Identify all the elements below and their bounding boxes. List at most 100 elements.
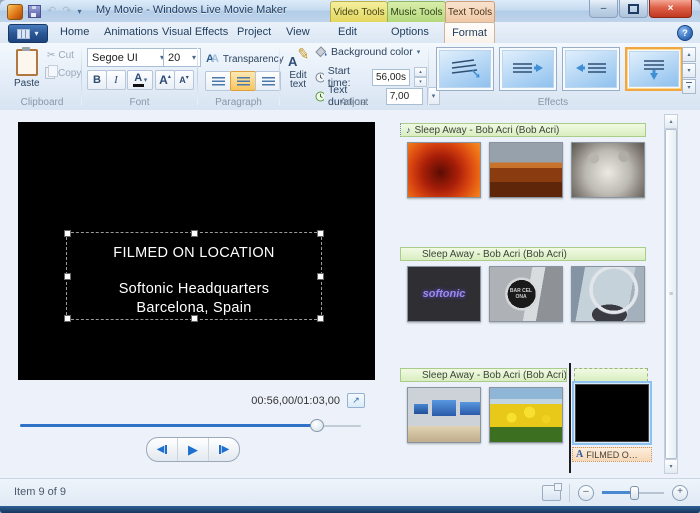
- undo-icon[interactable]: ↶: [47, 6, 56, 17]
- tab-format[interactable]: Format: [444, 22, 495, 44]
- handle-top-left[interactable]: [64, 230, 71, 237]
- thumbnail-office-monitors[interactable]: [407, 387, 481, 443]
- seek-thumb[interactable]: [310, 419, 324, 432]
- handle-top-right[interactable]: [317, 230, 324, 237]
- thumbnail-barcelona-sign[interactable]: BAR CEL ONA: [489, 266, 563, 322]
- next-frame-button[interactable]: ▶: [209, 438, 239, 461]
- redo-icon[interactable]: ↷: [62, 6, 71, 17]
- play-button[interactable]: ▶: [178, 438, 209, 461]
- tab-home[interactable]: Home: [60, 22, 89, 43]
- title-text-box[interactable]: FILMED ON LOCATION Softonic Headquarters…: [66, 232, 322, 320]
- title-bar[interactable]: ↶ ↷ ▾ My Movie - Windows Live Movie Make…: [0, 0, 700, 22]
- tab-project[interactable]: Project: [237, 22, 271, 43]
- scrollbar-down-icon[interactable]: ▾: [665, 459, 677, 473]
- align-right-button[interactable]: [255, 71, 281, 91]
- contextual-tab-music-tools[interactable]: Music Tools: [387, 1, 446, 22]
- contextual-tab-video-tools[interactable]: Video Tools: [330, 1, 388, 22]
- maximize-icon: [628, 4, 639, 14]
- gallery-more-button[interactable]: ▾: [682, 79, 696, 94]
- music-track-bar-3b[interactable]: [574, 368, 648, 382]
- save-icon[interactable]: [28, 5, 41, 18]
- zoom-slider-thumb[interactable]: [630, 486, 639, 500]
- bold-button[interactable]: B: [87, 70, 107, 90]
- effect-fly-in-left[interactable]: [562, 47, 620, 91]
- tab-animations[interactable]: Animations: [104, 22, 158, 43]
- background-color-button[interactable]: Background color ▾: [315, 46, 420, 58]
- thumbnail-yellow-tulips[interactable]: [489, 387, 563, 443]
- spin-up-icon[interactable]: ▴: [414, 67, 427, 77]
- tab-edit[interactable]: Edit: [338, 22, 357, 43]
- thumbnail-softonic-sign[interactable]: softonic: [407, 266, 481, 322]
- contextual-tab-text-tools[interactable]: Text Tools: [445, 1, 495, 22]
- effect-fly-up-selected[interactable]: [625, 47, 683, 91]
- tab-view[interactable]: View: [286, 22, 310, 43]
- application-menu-button[interactable]: ▾: [8, 24, 48, 43]
- align-center-button[interactable]: [230, 71, 256, 91]
- playhead[interactable]: [569, 363, 571, 473]
- qat-dropdown-icon[interactable]: ▾: [77, 7, 81, 16]
- handle-bottom-center[interactable]: [191, 315, 198, 322]
- tab-options[interactable]: Options: [391, 22, 429, 43]
- music-track-bar-1[interactable]: ♪ Sleep Away - Bob Acri (Bob Acri): [400, 123, 646, 137]
- font-color-button[interactable]: A ▾: [127, 70, 153, 90]
- cut-button[interactable]: ✂ Cut: [47, 50, 74, 61]
- zoom-slider[interactable]: [602, 485, 664, 501]
- font-size-combobox[interactable]: 20 ▾: [163, 48, 201, 67]
- thumbnail-size-icon[interactable]: [542, 485, 561, 501]
- title-line-1: FILMED ON LOCATION: [67, 245, 321, 261]
- scrollbar-up-icon[interactable]: ▴: [665, 115, 677, 129]
- zoom-in-button[interactable]: +: [672, 485, 688, 501]
- handle-bottom-right[interactable]: [317, 315, 324, 322]
- italic-button[interactable]: I: [106, 70, 126, 90]
- paragraph-group-label: Paragraph: [199, 97, 278, 108]
- start-time-input[interactable]: 56,00s: [372, 69, 410, 86]
- title-clip-caption[interactable]: A FILMED O…: [572, 447, 652, 462]
- thumbnail-koala[interactable]: [571, 142, 645, 198]
- scrollbar-thumb[interactable]: ≡: [665, 129, 677, 459]
- edit-text-button[interactable]: A✎ Edit text: [281, 46, 315, 93]
- zoom-out-button[interactable]: –: [578, 485, 594, 501]
- group-clipboard: Paste ✂ Cut Copy Clipboard: [4, 43, 80, 110]
- minimize-button[interactable]: –: [589, 0, 618, 18]
- previous-frame-button[interactable]: ◀: [147, 438, 178, 461]
- title-clip-caption-text: FILMED O…: [586, 450, 638, 460]
- handle-mid-left[interactable]: [64, 273, 71, 280]
- effect-fly-in-right[interactable]: [499, 47, 557, 91]
- app-icon[interactable]: [7, 4, 23, 20]
- music-track-bar-3[interactable]: Sleep Away - Bob Acri (Bob Acri): [400, 368, 567, 382]
- align-left-icon: [212, 77, 225, 86]
- preview-monitor[interactable]: FILMED ON LOCATION Softonic Headquarters…: [18, 122, 375, 380]
- ribbon: Paste ✂ Cut Copy Clipboard Segoe UI ▾ 20…: [0, 43, 700, 111]
- thumbnail-desert-mesa[interactable]: [489, 142, 563, 198]
- fullscreen-preview-icon[interactable]: ↗: [347, 393, 365, 408]
- handle-top-center[interactable]: [191, 230, 198, 237]
- handle-bottom-left[interactable]: [64, 315, 71, 322]
- thumbnail-red-flower[interactable]: [407, 142, 481, 198]
- maximize-button[interactable]: [619, 0, 648, 18]
- edit-text-label-2: text: [290, 79, 306, 90]
- copy-button[interactable]: Copy: [45, 67, 81, 79]
- paste-button[interactable]: Paste: [10, 46, 44, 92]
- help-icon[interactable]: ?: [677, 25, 693, 41]
- gallery-scroll-down-icon[interactable]: ▾: [682, 63, 696, 78]
- thumbnail-office-window[interactable]: [571, 266, 645, 322]
- copy-label: Copy: [58, 68, 81, 79]
- tab-visual-effects[interactable]: Visual Effects: [162, 22, 228, 43]
- music-track-bar-2[interactable]: Sleep Away - Bob Acri (Bob Acri): [400, 247, 646, 261]
- handle-mid-right[interactable]: [317, 273, 324, 280]
- grow-font-button[interactable]: A▴: [155, 70, 175, 90]
- selected-title-clip[interactable]: [572, 381, 652, 445]
- shrink-font-button[interactable]: A▾: [174, 70, 194, 90]
- align-left-button[interactable]: [205, 71, 231, 91]
- close-button[interactable]: ×: [649, 0, 692, 18]
- gallery-scroll-up-icon[interactable]: ▴: [682, 47, 696, 62]
- next-bar-icon: [219, 445, 221, 454]
- storyboard-scrollbar[interactable]: ▴ ≡ ▾: [664, 114, 678, 474]
- font-group-label: Font: [83, 97, 196, 108]
- transparency-button[interactable]: AA Transparency: [201, 49, 289, 69]
- copy-icon: [45, 67, 55, 79]
- effect-fly-diagonal[interactable]: [436, 47, 494, 91]
- font-size-dropdown-icon: ▾: [192, 53, 196, 62]
- font-family-combobox[interactable]: Segoe UI ▾: [87, 48, 169, 67]
- seek-bar[interactable]: [20, 419, 361, 432]
